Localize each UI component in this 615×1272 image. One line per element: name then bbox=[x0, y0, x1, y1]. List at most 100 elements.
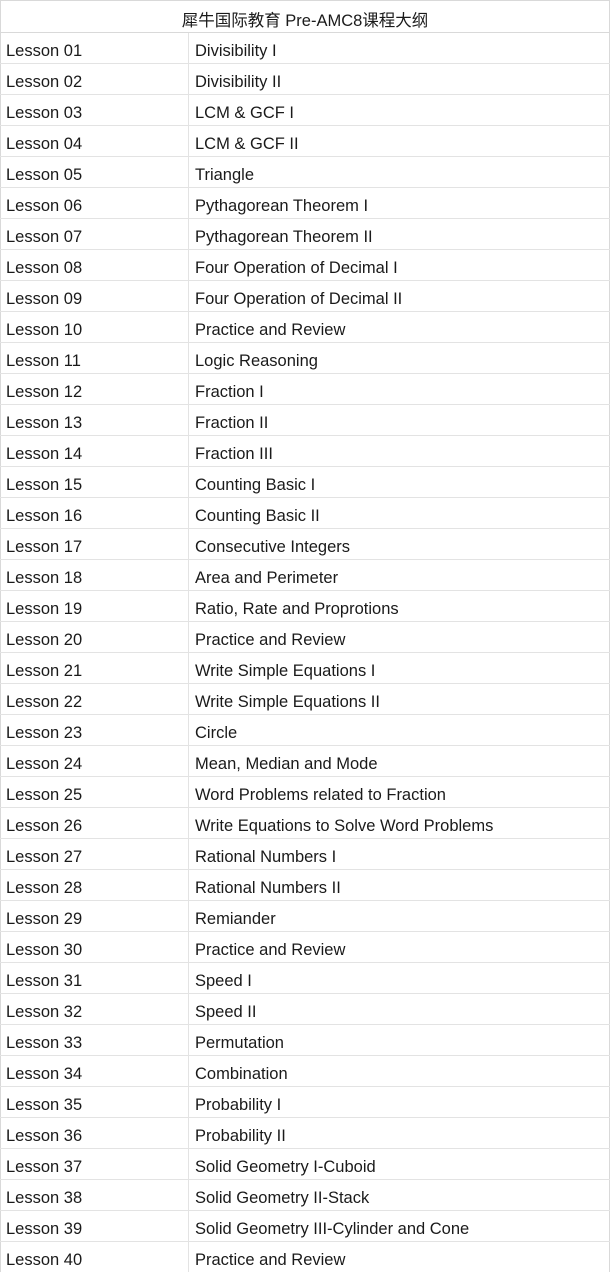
table-row: Lesson 08Four Operation of Decimal I bbox=[1, 250, 610, 281]
table-row: Lesson 04LCM & GCF II bbox=[1, 126, 610, 157]
table-row: Lesson 02Divisibility II bbox=[1, 64, 610, 95]
lesson-topic-cell: Counting Basic II bbox=[189, 498, 610, 529]
lesson-topic-cell: Rational Numbers II bbox=[189, 870, 610, 901]
lesson-number-cell: Lesson 30 bbox=[1, 932, 189, 963]
table-row: Lesson 37Solid Geometry I-Cuboid bbox=[1, 1149, 610, 1180]
lesson-topic-cell: LCM & GCF II bbox=[189, 126, 610, 157]
lesson-number-cell: Lesson 36 bbox=[1, 1118, 189, 1149]
lesson-number-cell: Lesson 28 bbox=[1, 870, 189, 901]
lesson-topic-cell: Practice and Review bbox=[189, 1242, 610, 1272]
lesson-number-cell: Lesson 32 bbox=[1, 994, 189, 1025]
lesson-topic-cell: Write Equations to Solve Word Problems bbox=[189, 808, 610, 839]
lesson-number-cell: Lesson 26 bbox=[1, 808, 189, 839]
lesson-number-cell: Lesson 22 bbox=[1, 684, 189, 715]
table-row: Lesson 26Write Equations to Solve Word P… bbox=[1, 808, 610, 839]
lesson-topic-cell: Probability I bbox=[189, 1087, 610, 1118]
lesson-number-cell: Lesson 20 bbox=[1, 622, 189, 653]
table-row: Lesson 27Rational Numbers I bbox=[1, 839, 610, 870]
lesson-topic-cell: Solid Geometry III-Cylinder and Cone bbox=[189, 1211, 610, 1242]
lesson-number-cell: Lesson 15 bbox=[1, 467, 189, 498]
lesson-topic-cell: Practice and Review bbox=[189, 312, 610, 343]
lesson-topic-cell: Practice and Review bbox=[189, 622, 610, 653]
table-row: Lesson 40Practice and Review bbox=[1, 1242, 610, 1272]
lesson-number-cell: Lesson 19 bbox=[1, 591, 189, 622]
table-row: Lesson 35Probability I bbox=[1, 1087, 610, 1118]
lesson-number-cell: Lesson 21 bbox=[1, 653, 189, 684]
lesson-topic-cell: Combination bbox=[189, 1056, 610, 1087]
table-row: Lesson 25Word Problems related to Fracti… bbox=[1, 777, 610, 808]
lesson-number-cell: Lesson 13 bbox=[1, 405, 189, 436]
table-row: Lesson 20Practice and Review bbox=[1, 622, 610, 653]
lesson-number-cell: Lesson 25 bbox=[1, 777, 189, 808]
lesson-topic-cell: Permutation bbox=[189, 1025, 610, 1056]
lesson-topic-cell: Remiander bbox=[189, 901, 610, 932]
lesson-number-cell: Lesson 16 bbox=[1, 498, 189, 529]
table-row: Lesson 31Speed I bbox=[1, 963, 610, 994]
lesson-number-cell: Lesson 37 bbox=[1, 1149, 189, 1180]
lesson-number-cell: Lesson 34 bbox=[1, 1056, 189, 1087]
lesson-topic-cell: Mean, Median and Mode bbox=[189, 746, 610, 777]
table-row: Lesson 23Circle bbox=[1, 715, 610, 746]
syllabus-table-body: 犀牛国际教育 Pre-AMC8课程大纲 Lesson 01Divisibilit… bbox=[1, 1, 610, 1272]
lesson-number-cell: Lesson 24 bbox=[1, 746, 189, 777]
lesson-number-cell: Lesson 04 bbox=[1, 126, 189, 157]
lesson-number-cell: Lesson 17 bbox=[1, 529, 189, 560]
table-row: Lesson 39Solid Geometry III-Cylinder and… bbox=[1, 1211, 610, 1242]
lesson-topic-cell: Four Operation of Decimal II bbox=[189, 281, 610, 312]
lesson-number-cell: Lesson 27 bbox=[1, 839, 189, 870]
lesson-topic-cell: Fraction III bbox=[189, 436, 610, 467]
lesson-topic-cell: Speed I bbox=[189, 963, 610, 994]
table-row: Lesson 11Logic Reasoning bbox=[1, 343, 610, 374]
lesson-topic-cell: Ratio, Rate and Proprotions bbox=[189, 591, 610, 622]
lesson-topic-cell: Probability II bbox=[189, 1118, 610, 1149]
table-row: Lesson 16Counting Basic II bbox=[1, 498, 610, 529]
lesson-topic-cell: Consecutive Integers bbox=[189, 529, 610, 560]
lesson-number-cell: Lesson 05 bbox=[1, 157, 189, 188]
lesson-topic-cell: Solid Geometry II-Stack bbox=[189, 1180, 610, 1211]
table-row: Lesson 24Mean, Median and Mode bbox=[1, 746, 610, 777]
lesson-topic-cell: LCM & GCF I bbox=[189, 95, 610, 126]
lesson-topic-cell: Word Problems related to Fraction bbox=[189, 777, 610, 808]
lesson-number-cell: Lesson 31 bbox=[1, 963, 189, 994]
lesson-topic-cell: Fraction II bbox=[189, 405, 610, 436]
lesson-topic-cell: Rational Numbers I bbox=[189, 839, 610, 870]
lesson-topic-cell: Circle bbox=[189, 715, 610, 746]
table-row: Lesson 22Write Simple Equations II bbox=[1, 684, 610, 715]
table-row: Lesson 03LCM & GCF I bbox=[1, 95, 610, 126]
lesson-topic-cell: Divisibility II bbox=[189, 64, 610, 95]
table-row: Lesson 30Practice and Review bbox=[1, 932, 610, 963]
table-row: Lesson 09Four Operation of Decimal II bbox=[1, 281, 610, 312]
lesson-number-cell: Lesson 06 bbox=[1, 188, 189, 219]
table-row: Lesson 28Rational Numbers II bbox=[1, 870, 610, 901]
lesson-topic-cell: Write Simple Equations II bbox=[189, 684, 610, 715]
lesson-topic-cell: Counting Basic I bbox=[189, 467, 610, 498]
lesson-topic-cell: Solid Geometry I-Cuboid bbox=[189, 1149, 610, 1180]
lesson-number-cell: Lesson 09 bbox=[1, 281, 189, 312]
lesson-topic-cell: Four Operation of Decimal I bbox=[189, 250, 610, 281]
lesson-topic-cell: Pythagorean Theorem I bbox=[189, 188, 610, 219]
lesson-number-cell: Lesson 03 bbox=[1, 95, 189, 126]
table-row: Lesson 10Practice and Review bbox=[1, 312, 610, 343]
table-row: Lesson 12Fraction I bbox=[1, 374, 610, 405]
table-row: Lesson 19Ratio, Rate and Proprotions bbox=[1, 591, 610, 622]
lesson-number-cell: Lesson 14 bbox=[1, 436, 189, 467]
lesson-number-cell: Lesson 12 bbox=[1, 374, 189, 405]
page-title: 犀牛国际教育 Pre-AMC8课程大纲 bbox=[1, 1, 610, 33]
lesson-topic-cell: Speed II bbox=[189, 994, 610, 1025]
lesson-topic-cell: Write Simple Equations I bbox=[189, 653, 610, 684]
course-syllabus-table: 犀牛国际教育 Pre-AMC8课程大纲 Lesson 01Divisibilit… bbox=[0, 0, 610, 1272]
lesson-number-cell: Lesson 01 bbox=[1, 33, 189, 64]
lesson-number-cell: Lesson 18 bbox=[1, 560, 189, 591]
table-row: Lesson 29Remiander bbox=[1, 901, 610, 932]
lesson-number-cell: Lesson 29 bbox=[1, 901, 189, 932]
lesson-topic-cell: Divisibility I bbox=[189, 33, 610, 64]
table-row: Lesson 15Counting Basic I bbox=[1, 467, 610, 498]
lesson-topic-cell: Pythagorean Theorem II bbox=[189, 219, 610, 250]
table-row: Lesson 07Pythagorean Theorem II bbox=[1, 219, 610, 250]
lesson-number-cell: Lesson 40 bbox=[1, 1242, 189, 1272]
table-row: Lesson 14Fraction III bbox=[1, 436, 610, 467]
table-row: Lesson 34Combination bbox=[1, 1056, 610, 1087]
syllabus-title-row: 犀牛国际教育 Pre-AMC8课程大纲 bbox=[1, 1, 610, 33]
table-row: Lesson 17Consecutive Integers bbox=[1, 529, 610, 560]
table-row: Lesson 38Solid Geometry II-Stack bbox=[1, 1180, 610, 1211]
